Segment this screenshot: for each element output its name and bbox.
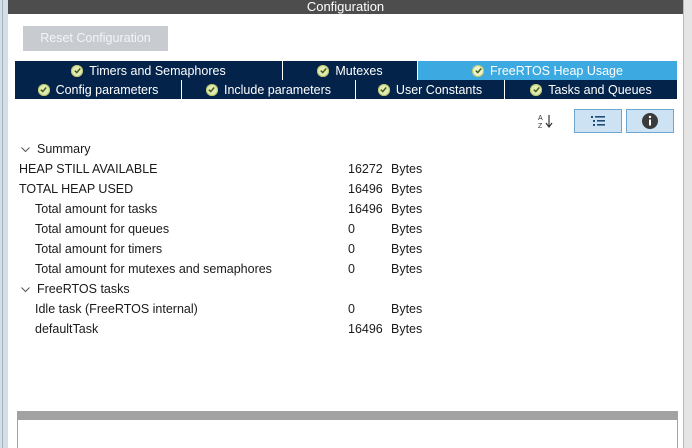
tree-row: defaultTask 16496 Bytes <box>8 319 683 339</box>
row-unit: Bytes <box>391 262 423 276</box>
check-icon <box>472 64 485 77</box>
row-label: Total amount for timers <box>35 242 163 256</box>
configuration-panel: Reset Configuration Timers and Semaphore… <box>8 14 683 448</box>
tab-config-parameters[interactable]: Config parameters <box>15 80 182 99</box>
freertos-tasks-label: FreeRTOS tasks <box>37 282 130 296</box>
row-value: 0 <box>348 262 355 276</box>
vertical-scrollbar[interactable] <box>683 0 692 448</box>
row-unit: Bytes <box>391 202 423 216</box>
list-view-button[interactable] <box>574 109 622 133</box>
tree-row: Idle task (FreeRTOS internal) 0 Bytes <box>8 299 683 319</box>
check-icon <box>205 83 218 96</box>
row-unit: Bytes <box>391 322 423 336</box>
description-area <box>17 419 678 448</box>
sort-az-button[interactable]: A Z <box>523 109 568 133</box>
tab-timers-and-semaphores[interactable]: Timers and Semaphores <box>15 61 283 80</box>
left-panel-edge <box>0 0 8 448</box>
row-unit: Bytes <box>391 162 423 176</box>
tab-label: FreeRTOS Heap Usage <box>490 63 623 78</box>
window-title: Configuration <box>8 0 683 14</box>
list-view-icon <box>591 116 605 126</box>
svg-text:A: A <box>538 115 543 122</box>
row-label: Idle task (FreeRTOS internal) <box>35 302 198 316</box>
chevron-down-icon[interactable] <box>20 144 31 155</box>
tree-row: Total amount for timers 0 Bytes <box>8 239 683 259</box>
row-unit: Bytes <box>391 302 423 316</box>
tab-row-2: Config parameters Include parameters Use… <box>15 80 677 99</box>
tab-label: Config parameters <box>55 82 159 97</box>
freertos-tasks-group-header[interactable]: FreeRTOS tasks <box>8 279 683 299</box>
check-icon <box>377 83 390 96</box>
reset-configuration-button[interactable]: Reset Configuration <box>23 26 168 51</box>
tree-row: Total amount for queues 0 Bytes <box>8 219 683 239</box>
row-label: defaultTask <box>35 322 99 336</box>
chevron-down-icon[interactable] <box>20 284 31 295</box>
tab-label: Tasks and Queues <box>548 82 652 97</box>
row-label: Total amount for tasks <box>35 202 158 216</box>
tab-label: Mutexes <box>335 63 383 78</box>
row-label: Total amount for mutexes and semaphores <box>35 262 272 276</box>
tree-row: TOTAL HEAP USED 16496 Bytes <box>8 179 683 199</box>
summary-group-header[interactable]: Summary <box>8 139 683 159</box>
tab-tasks-and-queues[interactable]: Tasks and Queues <box>505 80 677 99</box>
sort-az-icon: A Z <box>538 115 552 129</box>
row-value: 16496 <box>348 202 383 216</box>
tab-include-parameters[interactable]: Include parameters <box>182 80 356 99</box>
splitter-bar[interactable] <box>17 411 678 419</box>
row-label: TOTAL HEAP USED <box>19 182 134 196</box>
row-value: 0 <box>348 302 355 316</box>
tab-user-constants[interactable]: User Constants <box>356 80 505 99</box>
row-value: 0 <box>348 222 355 236</box>
check-icon <box>317 64 330 77</box>
tab-label: User Constants <box>395 82 483 97</box>
tab-row-1: Timers and Semaphores Mutexes FreeRTOS H… <box>15 61 677 80</box>
row-value: 16496 <box>348 182 383 196</box>
svg-text:Z: Z <box>538 123 543 129</box>
row-value: 0 <box>348 242 355 256</box>
row-label: Total amount for queues <box>35 222 170 236</box>
summary-label: Summary <box>37 142 91 156</box>
info-button[interactable] <box>626 109 674 133</box>
row-label: HEAP STILL AVAILABLE <box>19 162 158 176</box>
check-icon <box>37 83 50 96</box>
row-unit: Bytes <box>391 222 423 236</box>
heap-usage-tree: Summary HEAP STILL AVAILABLE 16272 Bytes… <box>8 139 683 339</box>
tree-row: HEAP STILL AVAILABLE 16272 Bytes <box>8 159 683 179</box>
tab-mutexes[interactable]: Mutexes <box>283 61 418 80</box>
check-icon <box>530 83 543 96</box>
row-unit: Bytes <box>391 242 423 256</box>
tab-label: Timers and Semaphores <box>89 63 226 78</box>
tab-label: Include parameters <box>223 82 331 97</box>
row-value: 16272 <box>348 162 383 176</box>
info-icon <box>642 113 658 129</box>
check-icon <box>71 64 84 77</box>
row-value: 16496 <box>348 322 383 336</box>
tree-row: Total amount for tasks 16496 Bytes <box>8 199 683 219</box>
tree-row: Total amount for mutexes and semaphores … <box>8 259 683 279</box>
tab-freertos-heap-usage[interactable]: FreeRTOS Heap Usage <box>418 61 677 80</box>
row-unit: Bytes <box>391 182 423 196</box>
